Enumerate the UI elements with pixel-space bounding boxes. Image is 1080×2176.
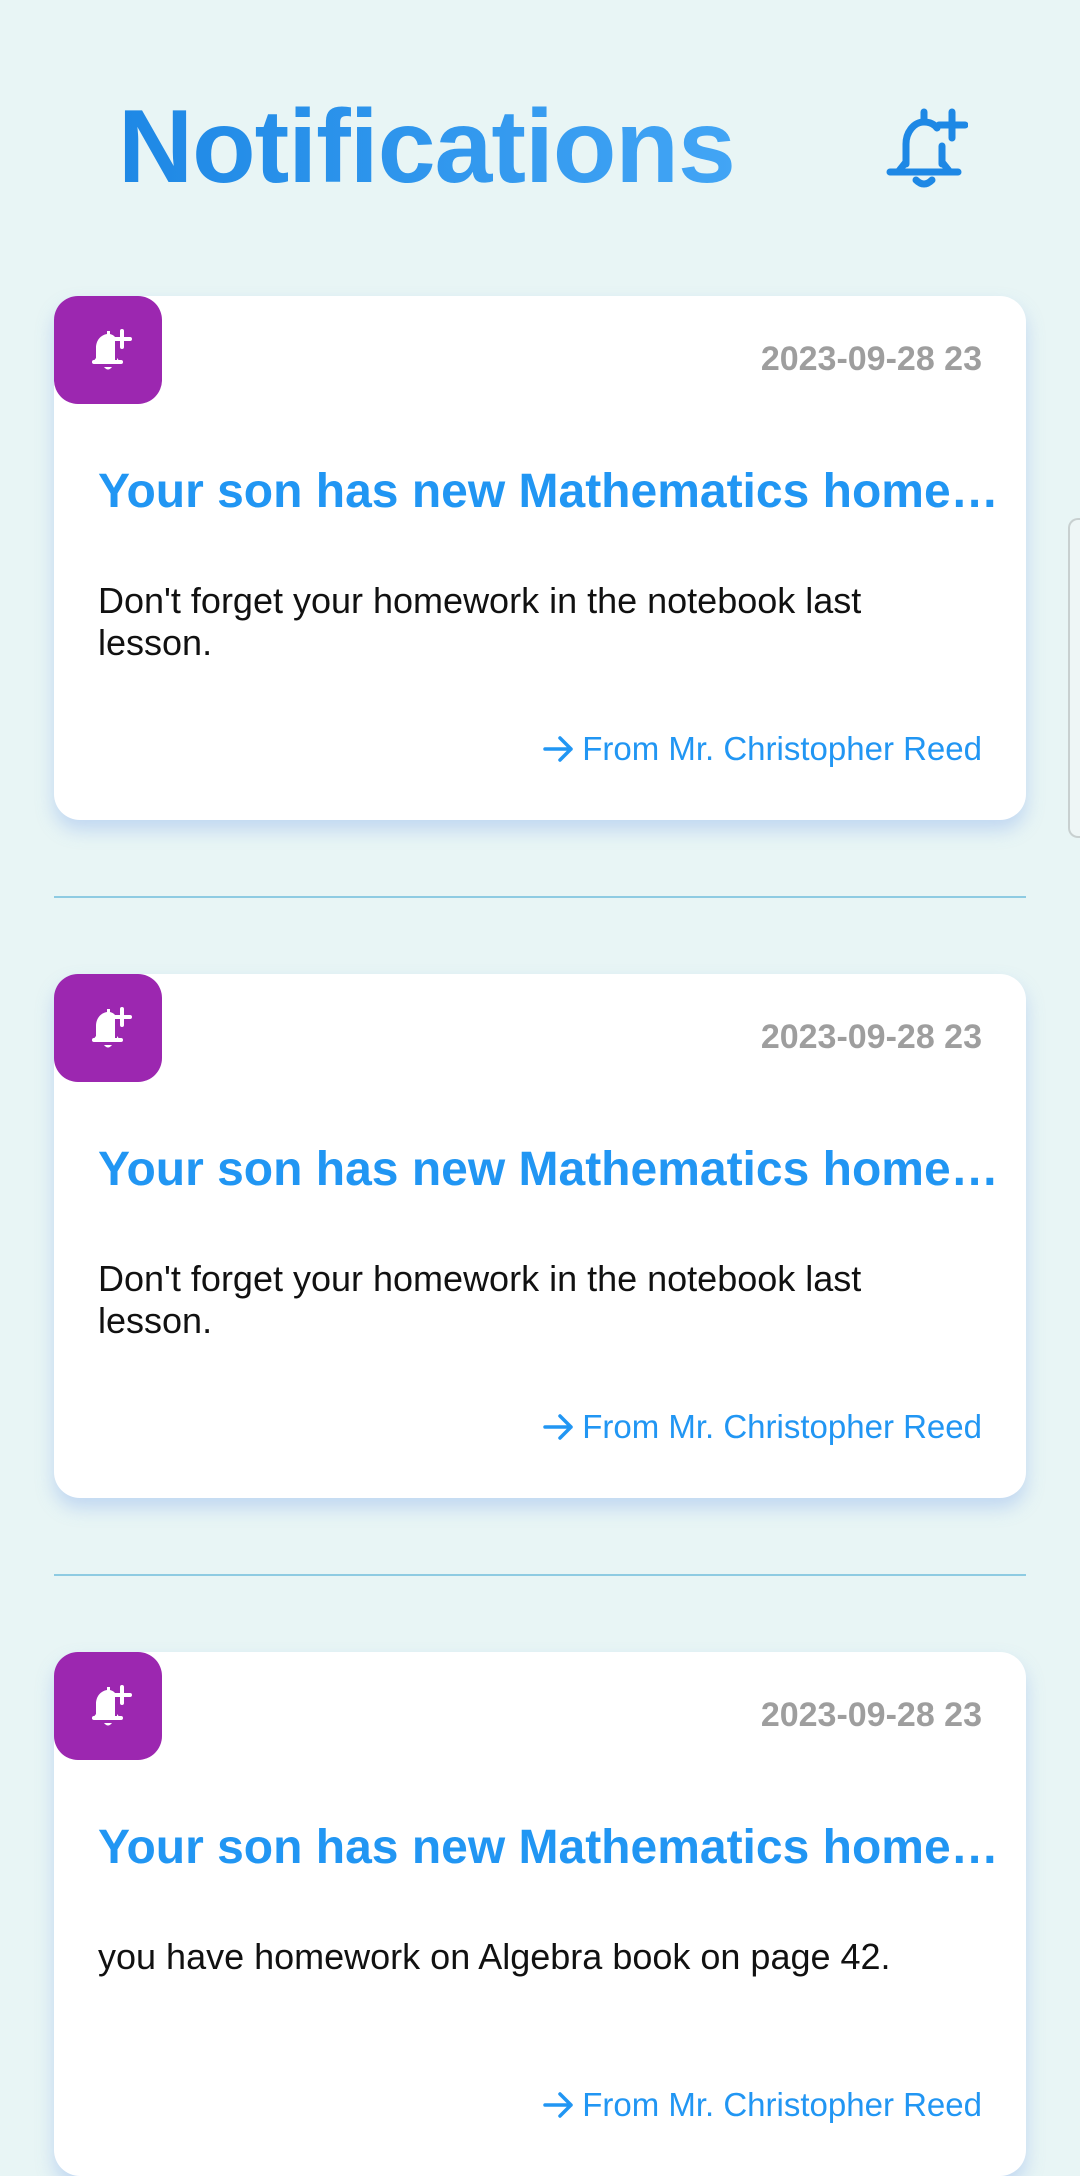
arrow-right-icon: [543, 736, 573, 762]
divider: [54, 1574, 1026, 1576]
notification-sender: From Mr. Christopher Reed: [582, 2086, 982, 2123]
notification-timestamp: 2023-09-28 23: [760, 340, 982, 378]
notification-timestamp: 2023-09-28 23: [760, 1696, 982, 1734]
scrollbar[interactable]: [1068, 518, 1080, 838]
notification-body: Don't forget your homework in the notebo…: [98, 1258, 862, 1341]
notification-sender: From Mr. Christopher Reed: [582, 730, 982, 767]
notification-card[interactable]: 2023-09-28 23 Your son has new Mathemati…: [54, 296, 1026, 820]
page-title: Notifications: [118, 82, 736, 212]
notification-timestamp: 2023-09-28 23: [760, 1018, 982, 1056]
notification-sender-link[interactable]: From Mr. Christopher Reed: [542, 1408, 982, 1446]
notification-title: Your son has new Mathematics homework: [98, 465, 1018, 518]
divider: [54, 896, 1026, 898]
notification-sender-link[interactable]: From Mr. Christopher Reed: [542, 2086, 982, 2124]
add-notification-button[interactable]: [878, 100, 969, 190]
arrow-right-icon: [543, 1414, 573, 1440]
bell-plus-icon: [92, 329, 132, 370]
notification-title: Your son has new Mathematics homework: [98, 1143, 1018, 1196]
notification-list: 2023-09-28 23 Your son has new Mathemati…: [54, 296, 1026, 2176]
notification-badge: [54, 1652, 162, 1760]
notification-body: you have homework on Algebra book on pag…: [98, 1936, 891, 1977]
notification-body: Don't forget your homework in the notebo…: [98, 580, 862, 663]
notification-card[interactable]: 2023-09-28 23 Your son has new Mathemati…: [54, 974, 1026, 1498]
notification-card[interactable]: 2023-09-28 23 Your son has new Mathemati…: [54, 1652, 1026, 2176]
notification-sender: From Mr. Christopher Reed: [582, 1408, 982, 1445]
arrow-right-icon: [543, 2092, 573, 2118]
bell-plus-icon: [92, 1685, 132, 1726]
bell-plus-icon: [886, 108, 969, 188]
notification-title: Your son has new Mathematics homework: [98, 1821, 1018, 1874]
notification-badge: [54, 296, 162, 404]
bell-plus-icon: [92, 1007, 132, 1048]
notification-sender-link[interactable]: From Mr. Christopher Reed: [542, 730, 982, 768]
notification-badge: [54, 974, 162, 1082]
header: Notifications: [0, 0, 1080, 290]
